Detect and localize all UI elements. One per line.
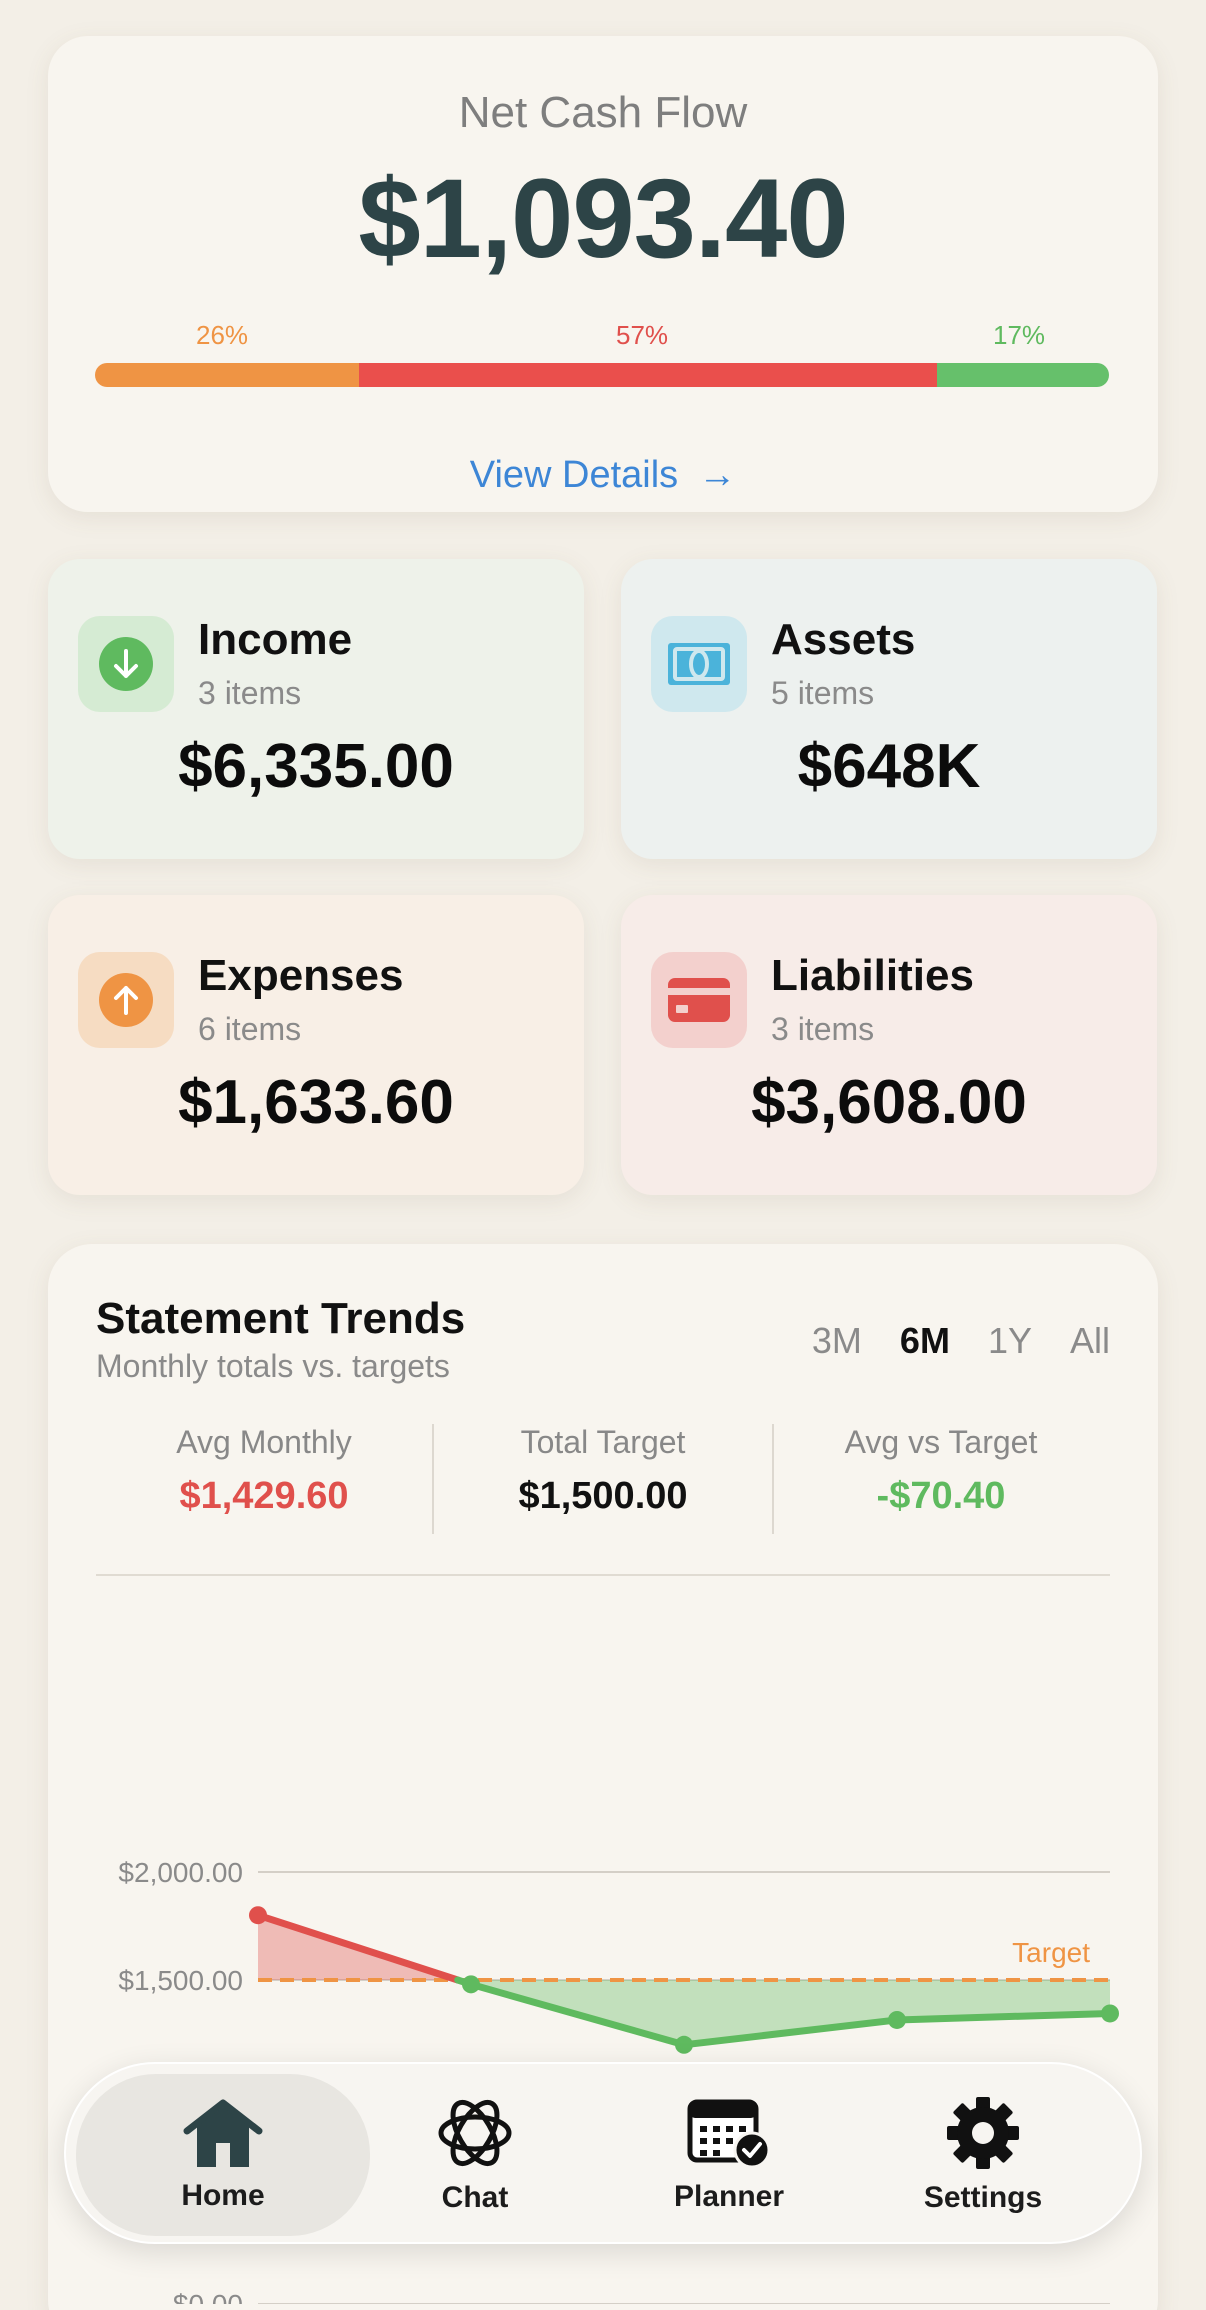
range-tab-1y[interactable]: 1Y xyxy=(988,1320,1032,1362)
assets-card[interactable]: Assets 5 items $648K xyxy=(621,559,1157,859)
arrow-right-icon: → xyxy=(698,454,737,496)
stat-avg-monthly-value: $1,429.60 xyxy=(179,1475,349,1517)
liabilities-count: 3 items xyxy=(771,1011,875,1047)
assets-title: Assets xyxy=(771,615,916,664)
bottom-tab-bar: Home Chat Planner Settings xyxy=(64,2062,1142,2244)
tab-home-label: Home xyxy=(181,2179,265,2212)
trends-title: Statement Trends xyxy=(96,1294,466,1343)
assets-amount: $648K xyxy=(797,732,981,801)
tab-planner-label: Planner xyxy=(673,2180,785,2213)
credit-card-icon xyxy=(668,978,730,1022)
income-title: Income xyxy=(198,615,353,664)
stat-total-target-label: Total Target xyxy=(520,1424,686,1460)
settings-icon xyxy=(947,2097,1019,2169)
assets-icon-box xyxy=(651,616,747,712)
y-tick-label: $0.00 xyxy=(173,2289,243,2304)
stat-avg-vs-target-label: Avg vs Target xyxy=(844,1424,1038,1460)
stat-avg-monthly-label: Avg Monthly xyxy=(176,1424,352,1460)
view-details-label: View Details xyxy=(469,454,679,496)
income-amount: $6,335.00 xyxy=(178,732,454,801)
net-cash-flow-card: Net Cash Flow $1,093.40 26% 57% 17% View… xyxy=(48,36,1158,512)
tab-planner[interactable]: Planner xyxy=(582,2074,876,2236)
net-cash-flow-amount: $1,093.40 xyxy=(358,156,848,281)
home-icon xyxy=(183,2099,263,2167)
chat-icon xyxy=(438,2099,512,2167)
net-cash-flow-title: Net Cash Flow xyxy=(458,88,748,137)
banknote-icon xyxy=(668,643,730,685)
tab-settings-label: Settings xyxy=(923,2181,1043,2214)
breakdown-income-percent: 26% xyxy=(196,320,249,350)
breakdown-segment-c xyxy=(936,363,1109,387)
trends-subtitle: Monthly totals vs. targets xyxy=(96,1348,450,1384)
tab-chat[interactable]: Chat xyxy=(328,2074,622,2236)
income-icon-box xyxy=(78,616,174,712)
stat-avg-monthly: Avg Monthly $1,429.60 xyxy=(94,1424,434,1518)
range-tab-all[interactable]: All xyxy=(1070,1320,1110,1362)
range-tab-6m[interactable]: 6M xyxy=(900,1320,950,1362)
range-selector: 3M 6M 1Y All xyxy=(812,1320,1110,1362)
breakdown-bar xyxy=(95,363,1109,387)
range-tab-3m[interactable]: 3M xyxy=(812,1320,862,1362)
y-tick-label: $1,500.00 xyxy=(118,1965,243,1996)
arrow-down-circle-icon xyxy=(99,637,153,691)
data-point xyxy=(675,2035,693,2054)
breakdown-remaining-percent: 17% xyxy=(993,320,1046,350)
income-card[interactable]: Income 3 items $6,335.00 xyxy=(48,559,584,859)
stat-avg-vs-target: Avg vs Target -$70.40 xyxy=(771,1424,1111,1518)
stat-avg-vs-target-value: -$70.40 xyxy=(876,1475,1006,1517)
liabilities-amount: $3,608.00 xyxy=(751,1068,1027,1137)
expenses-icon-box xyxy=(78,952,174,1048)
liabilities-icon-box xyxy=(651,952,747,1048)
arrow-up-circle-icon xyxy=(99,973,153,1027)
tab-settings[interactable]: Settings xyxy=(836,2074,1130,2236)
data-point xyxy=(888,2010,906,2029)
liabilities-card[interactable]: Liabilities 3 items $3,608.00 xyxy=(621,895,1157,1195)
tab-home[interactable]: Home xyxy=(76,2074,370,2236)
stat-total-target-value: $1,500.00 xyxy=(518,1475,688,1517)
y-tick-label: $2,000.00 xyxy=(118,1857,243,1888)
expenses-card[interactable]: Expenses 6 items $1,633.60 xyxy=(48,895,584,1195)
data-point xyxy=(1101,2004,1119,2023)
liabilities-title: Liabilities xyxy=(771,951,974,1000)
breakdown-expenses-percent: 57% xyxy=(616,320,669,350)
breakdown-segment-a xyxy=(95,363,359,387)
view-details-link[interactable]: View Details → xyxy=(48,454,1158,497)
stats-divider xyxy=(96,1574,1110,1576)
income-count: 3 items xyxy=(198,675,302,711)
tab-chat-label: Chat xyxy=(441,2181,509,2214)
stat-total-target: Total Target $1,500.00 xyxy=(433,1424,773,1518)
expenses-title: Expenses xyxy=(198,951,404,1000)
data-point xyxy=(249,1906,267,1925)
planner-icon xyxy=(687,2099,771,2169)
breakdown-segment-b xyxy=(358,363,937,387)
target-label: Target xyxy=(1012,1937,1090,1968)
data-point xyxy=(462,1975,480,1994)
assets-count: 5 items xyxy=(771,675,875,711)
expenses-count: 6 items xyxy=(198,1011,302,1047)
expenses-amount: $1,633.60 xyxy=(178,1068,454,1137)
